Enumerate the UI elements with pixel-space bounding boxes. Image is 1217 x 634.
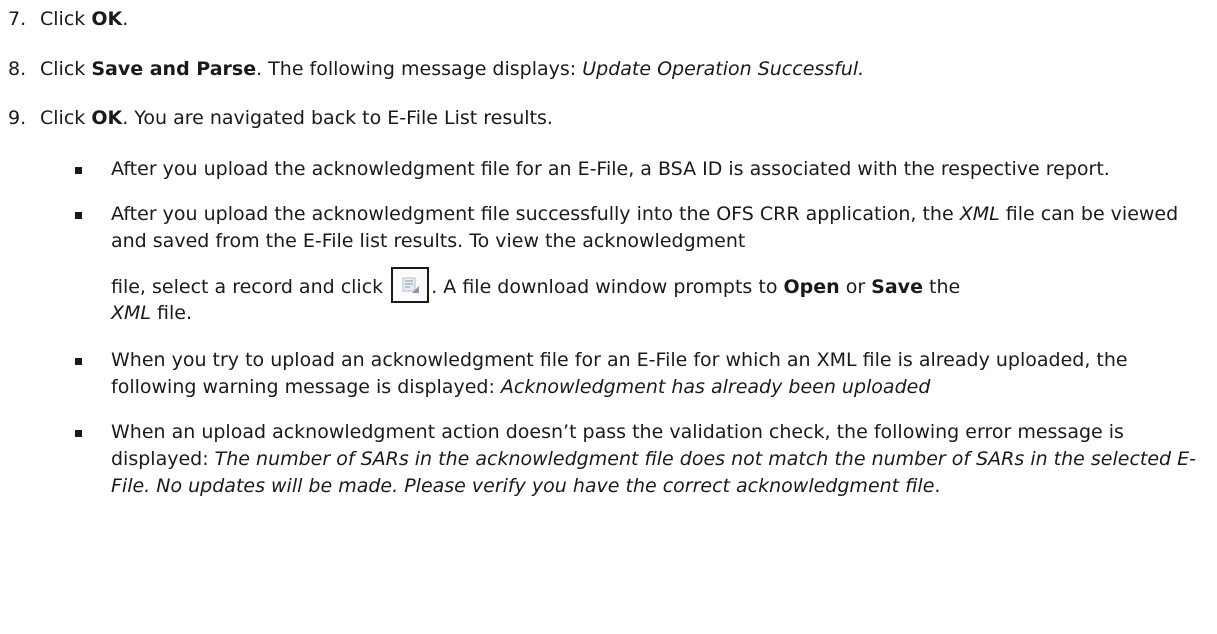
bullet-item: When you try to upload an acknowledgment… [0,347,1211,401]
step-text: Click Save and Parse. The following mess… [40,56,864,83]
step-number: 7. [8,8,27,30]
text-italic: Acknowledgment has already been uploaded [500,375,931,398]
bullet-item: When an upload acknowledgment action doe… [0,419,1211,500]
text-italic: The number of SARs in the acknowledgment… [111,447,1197,497]
step-number: 9. [8,107,27,129]
bullet-marker [75,167,82,174]
text-run: . A file download window prompts to [431,276,784,298]
bullet-text: After you upload the acknowledgment file… [111,201,1211,255]
step-text: Click OK. You are navigated back to E-Fi… [40,105,553,132]
view-acknowledgment-icon[interactable] [391,266,430,303]
step-number: 8. [8,58,27,80]
text-bold: Open [783,276,840,298]
bullet-text: After you upload the acknowledgment file… [111,158,1110,180]
step-text: Click OK. [40,6,128,33]
bullet-item: After you upload the acknowledgment file… [0,156,1211,183]
bullet-marker [75,429,82,437]
text-run: file, select a record and click [111,276,390,298]
step-text-plain: . [122,8,129,30]
text-bold: Save [871,276,923,298]
step-text-italic: Update Operation Successful. [582,58,865,80]
step-text-plain: Click [40,8,92,30]
bullet-list: After you upload the acknowledgment file… [0,150,1217,500]
bullet-item: After you upload the acknowledgment file… [0,201,1211,327]
bullet-marker [75,357,82,365]
text-run: or [839,276,872,298]
step-text-plain: . The following message displays: [256,58,583,80]
text-italic: XML [111,301,151,324]
text-run: After you upload the acknowledgment file… [111,203,960,225]
step-text-plain: . You are navigated back to E-File List … [122,107,553,129]
document-page: 7. Click OK. 8. Click Save and Parse. Th… [0,0,1217,634]
bullet-marker [75,212,82,219]
text-run: . [934,474,941,497]
text-run: the [922,276,961,298]
bullet-text: When you try to upload an acknowledgment… [111,347,1211,401]
step-text-bold: OK [91,107,123,129]
step-text-plain: Click [40,107,92,129]
step-text-plain: Click [40,58,92,80]
text-run: file. [151,301,193,324]
step-text-bold: OK [91,8,123,30]
text-italic: XML [959,203,1000,225]
bullet-text: When an upload acknowledgment action doe… [111,419,1211,500]
step-text-bold: Save and Parse [91,58,257,80]
